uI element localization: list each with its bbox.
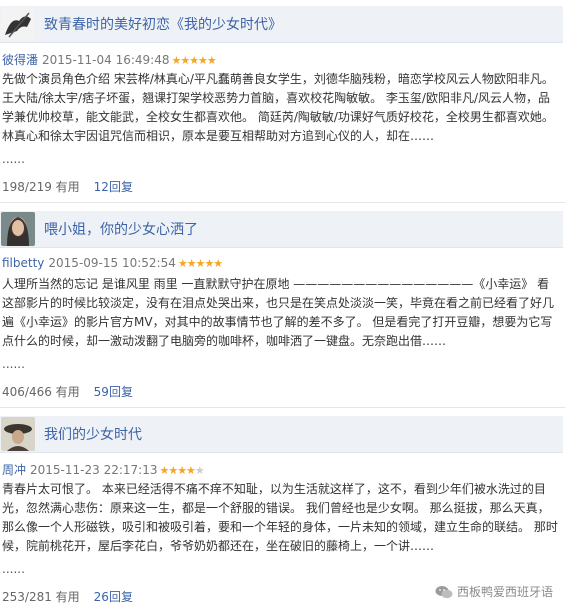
useful-count[interactable]: 406/466 有用	[2, 385, 80, 399]
review-3: 我们的少女时代 周冲 2015-11-23 22:17:13 ★★★★★ 青春片太可…	[0, 410, 565, 610]
rating-stars: ★★★★★	[177, 257, 223, 270]
review-title[interactable]: 我们的少女时代	[44, 424, 142, 444]
review-meta: 周冲 2015-11-23 22:17:13 ★★★★★	[2, 461, 205, 478]
review-title-bar: 我们的少女时代	[0, 416, 563, 453]
reply-link[interactable]: 26回复	[94, 590, 133, 604]
review-footer: 198/219 有用 12回复	[2, 178, 133, 195]
useful-count[interactable]: 253/281 有用	[2, 590, 80, 604]
review-meta: filbetty 2015-09-15 10:52:54 ★★★★★	[2, 256, 223, 270]
author-name[interactable]: 彼得潘	[2, 53, 38, 67]
author-name[interactable]: 周冲	[2, 463, 26, 477]
watermark-text: 西板鸭爱西班牙语	[456, 585, 553, 599]
review-footer: 406/466 有用 59回复	[2, 383, 133, 400]
review-title-bar: 喂小姐，你的少女心洒了	[0, 211, 563, 248]
useful-count[interactable]: 198/219 有用	[2, 180, 80, 194]
more-ellipsis[interactable]: ......	[2, 152, 25, 166]
review-footer: 253/281 有用 26回复	[2, 588, 133, 605]
reply-link[interactable]: 59回复	[94, 385, 133, 399]
review-text: 人理所当然的忘记 是谁风里 雨里 一直默默守护在原地 —————————————…	[2, 277, 555, 348]
review-title[interactable]: 致青春时的美好初恋《我的少女时代》	[44, 14, 282, 34]
review-2: 喂小姐，你的少女心洒了 filbetty 2015-09-15 10:52:54 ★…	[0, 205, 565, 410]
more-ellipsis[interactable]: ......	[2, 357, 25, 371]
review-1: 致青春时的美好初恋《我的少女时代》 彼得潘 2015-11-04 16:49:48…	[0, 0, 565, 205]
review-title-bar: 致青春时的美好初恋《我的少女时代》	[0, 6, 563, 43]
review-title[interactable]: 喂小姐，你的少女心洒了	[44, 219, 198, 239]
divider	[0, 407, 565, 408]
more-ellipsis[interactable]: ......	[2, 562, 25, 576]
review-meta: 彼得潘 2015-11-04 16:49:48 ★★★★★	[2, 51, 217, 68]
avatar[interactable]	[1, 7, 35, 41]
review-text: 先做个演员角色介绍 宋芸桦/林真心/平凡蠢萌善良女学生，刘德华脑残粉，暗恋学校风…	[2, 72, 554, 143]
author-name[interactable]: filbetty	[2, 256, 44, 270]
rating-stars: ★★★★★	[159, 464, 204, 477]
avatar[interactable]	[1, 417, 35, 451]
review-date: 2015-09-15 10:52:54	[48, 256, 176, 270]
avatar[interactable]	[1, 212, 35, 246]
watermark: 西板鸭爱西班牙语	[430, 581, 557, 602]
review-text: 青春片太可恨了。 本来已经活得不痛不痒不知耻，以为生活就这样了，这不，看到少年们…	[2, 482, 558, 553]
review-date: 2015-11-04 16:49:48	[42, 53, 170, 67]
rating-stars: ★★★★★	[171, 54, 216, 67]
reply-link[interactable]: 12回复	[94, 180, 133, 194]
divider	[0, 202, 565, 203]
wechat-icon	[435, 585, 453, 598]
review-date: 2015-11-23 22:17:13	[30, 463, 158, 477]
